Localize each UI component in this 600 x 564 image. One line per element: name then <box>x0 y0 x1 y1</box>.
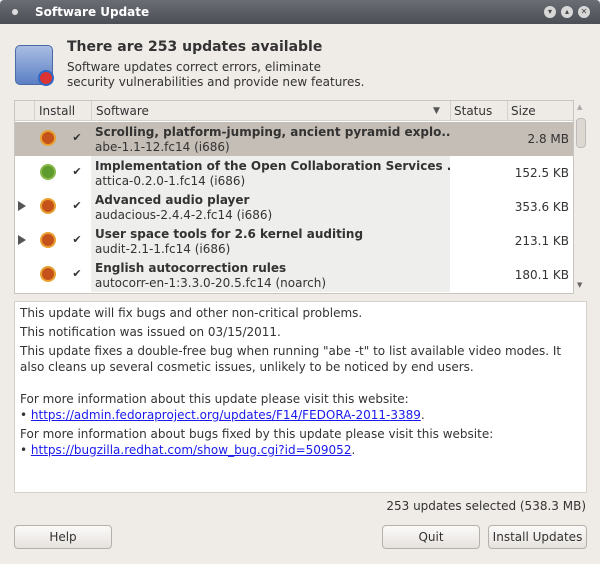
detail-text: This update will fix bugs and other non-… <box>20 306 363 320</box>
bugfix-icon <box>42 200 54 212</box>
detail-text: For more information about this update p… <box>20 392 409 406</box>
update-size: 2.8 MB <box>527 132 569 146</box>
software-update-icon <box>15 45 54 86</box>
column-size[interactable]: Size <box>511 104 536 118</box>
quit-button[interactable]: Quit <box>382 525 480 549</box>
update-name: English autocorrection rules <box>95 261 287 275</box>
column-status[interactable]: Status <box>454 104 492 118</box>
minimize-icon[interactable]: ▾ <box>544 6 556 18</box>
update-size: 180.1 KB <box>514 268 569 282</box>
sort-arrow-icon: ▼ <box>433 106 440 116</box>
install-checkbox[interactable]: ✔ <box>71 268 83 280</box>
header-subtitle: Software updates correct errors, elimina… <box>67 60 364 90</box>
table-row[interactable]: ✔ Advanced audio player audacious-2.4.4-… <box>15 190 573 224</box>
page-title: There are 253 updates available <box>67 39 323 55</box>
expander-icon[interactable] <box>18 201 26 211</box>
column-software[interactable]: Software <box>96 104 149 118</box>
package-name: autocorr-en-1:3.3.0-20.5.fc14 (noarch) <box>95 276 326 290</box>
package-name: attica-0.2.0-1.fc14 (i686) <box>95 174 246 188</box>
detail-text: For more information about bugs fixed by… <box>20 427 494 441</box>
detail-text: This notification was issued on 03/15/20… <box>20 325 281 339</box>
close-icon[interactable]: ✕ <box>578 6 590 18</box>
update-size: 213.1 KB <box>514 234 569 248</box>
package-name: audit-2.1-1.fc14 (i686) <box>95 242 231 256</box>
update-name: Advanced audio player <box>95 193 250 207</box>
table-scrollbar[interactable]: ▲ ▼ <box>575 103 587 295</box>
install-checkbox[interactable]: ✔ <box>71 166 83 178</box>
update-size: 152.5 KB <box>514 166 569 180</box>
table-row[interactable]: ✔ English autocorrection rules autocorr-… <box>15 258 573 292</box>
column-install[interactable]: Install <box>39 104 75 118</box>
table-row[interactable]: ✔ Scrolling, platform-jumping, ancient p… <box>15 122 573 156</box>
updates-table: Install Software ▼ Status Size ✔ Scrolli… <box>14 100 574 294</box>
enhancement-icon <box>42 166 54 178</box>
update-name: Scrolling, platform-jumping, ancient pyr… <box>95 125 450 139</box>
update-name: Implementation of the Open Collaboration… <box>95 159 450 173</box>
install-checkbox[interactable]: ✔ <box>71 200 83 212</box>
subtitle-line: security vulnerabilities and provide new… <box>67 75 365 89</box>
bugfix-icon <box>42 234 54 246</box>
title-bar: Software Update ▾ ▴ ✕ <box>0 0 600 24</box>
table-header: Install Software ▼ Status Size <box>15 101 573 121</box>
help-button[interactable]: Help <box>14 525 112 549</box>
update-name: User space tools for 2.6 kernel auditing <box>95 227 364 241</box>
scrollbar-thumb[interactable] <box>576 118 586 148</box>
install-updates-button[interactable]: Install Updates <box>488 525 587 549</box>
window-title: Software Update <box>35 5 150 19</box>
bugzilla-link[interactable]: https://bugzilla.redhat.com/show_bug.cgi… <box>31 443 352 457</box>
update-size: 353.6 KB <box>514 200 569 214</box>
selection-status: 253 updates selected (538.3 MB) <box>386 499 586 513</box>
bugfix-icon <box>42 268 54 280</box>
maximize-icon[interactable]: ▴ <box>561 6 573 18</box>
install-checkbox[interactable]: ✔ <box>71 234 83 246</box>
update-details: This update will fix bugs and other non-… <box>14 301 587 493</box>
table-row[interactable]: ✔ Implementation of the Open Collaborati… <box>15 156 573 190</box>
package-name: abe-1.1-12.fc14 (i686) <box>95 140 230 154</box>
expander-icon[interactable] <box>18 235 26 245</box>
subtitle-line: Software updates correct errors, elimina… <box>67 60 321 74</box>
package-name: audacious-2.4.4-2.fc14 (i686) <box>95 208 273 222</box>
table-row[interactable]: ✔ User space tools for 2.6 kernel auditi… <box>15 224 573 258</box>
install-checkbox[interactable]: ✔ <box>71 132 83 144</box>
window-menu-icon[interactable] <box>12 9 18 15</box>
bugfix-icon <box>42 132 54 144</box>
update-info-link[interactable]: https://admin.fedoraproject.org/updates/… <box>31 408 421 422</box>
detail-text: This update fixes a double-free bug when… <box>20 344 562 374</box>
